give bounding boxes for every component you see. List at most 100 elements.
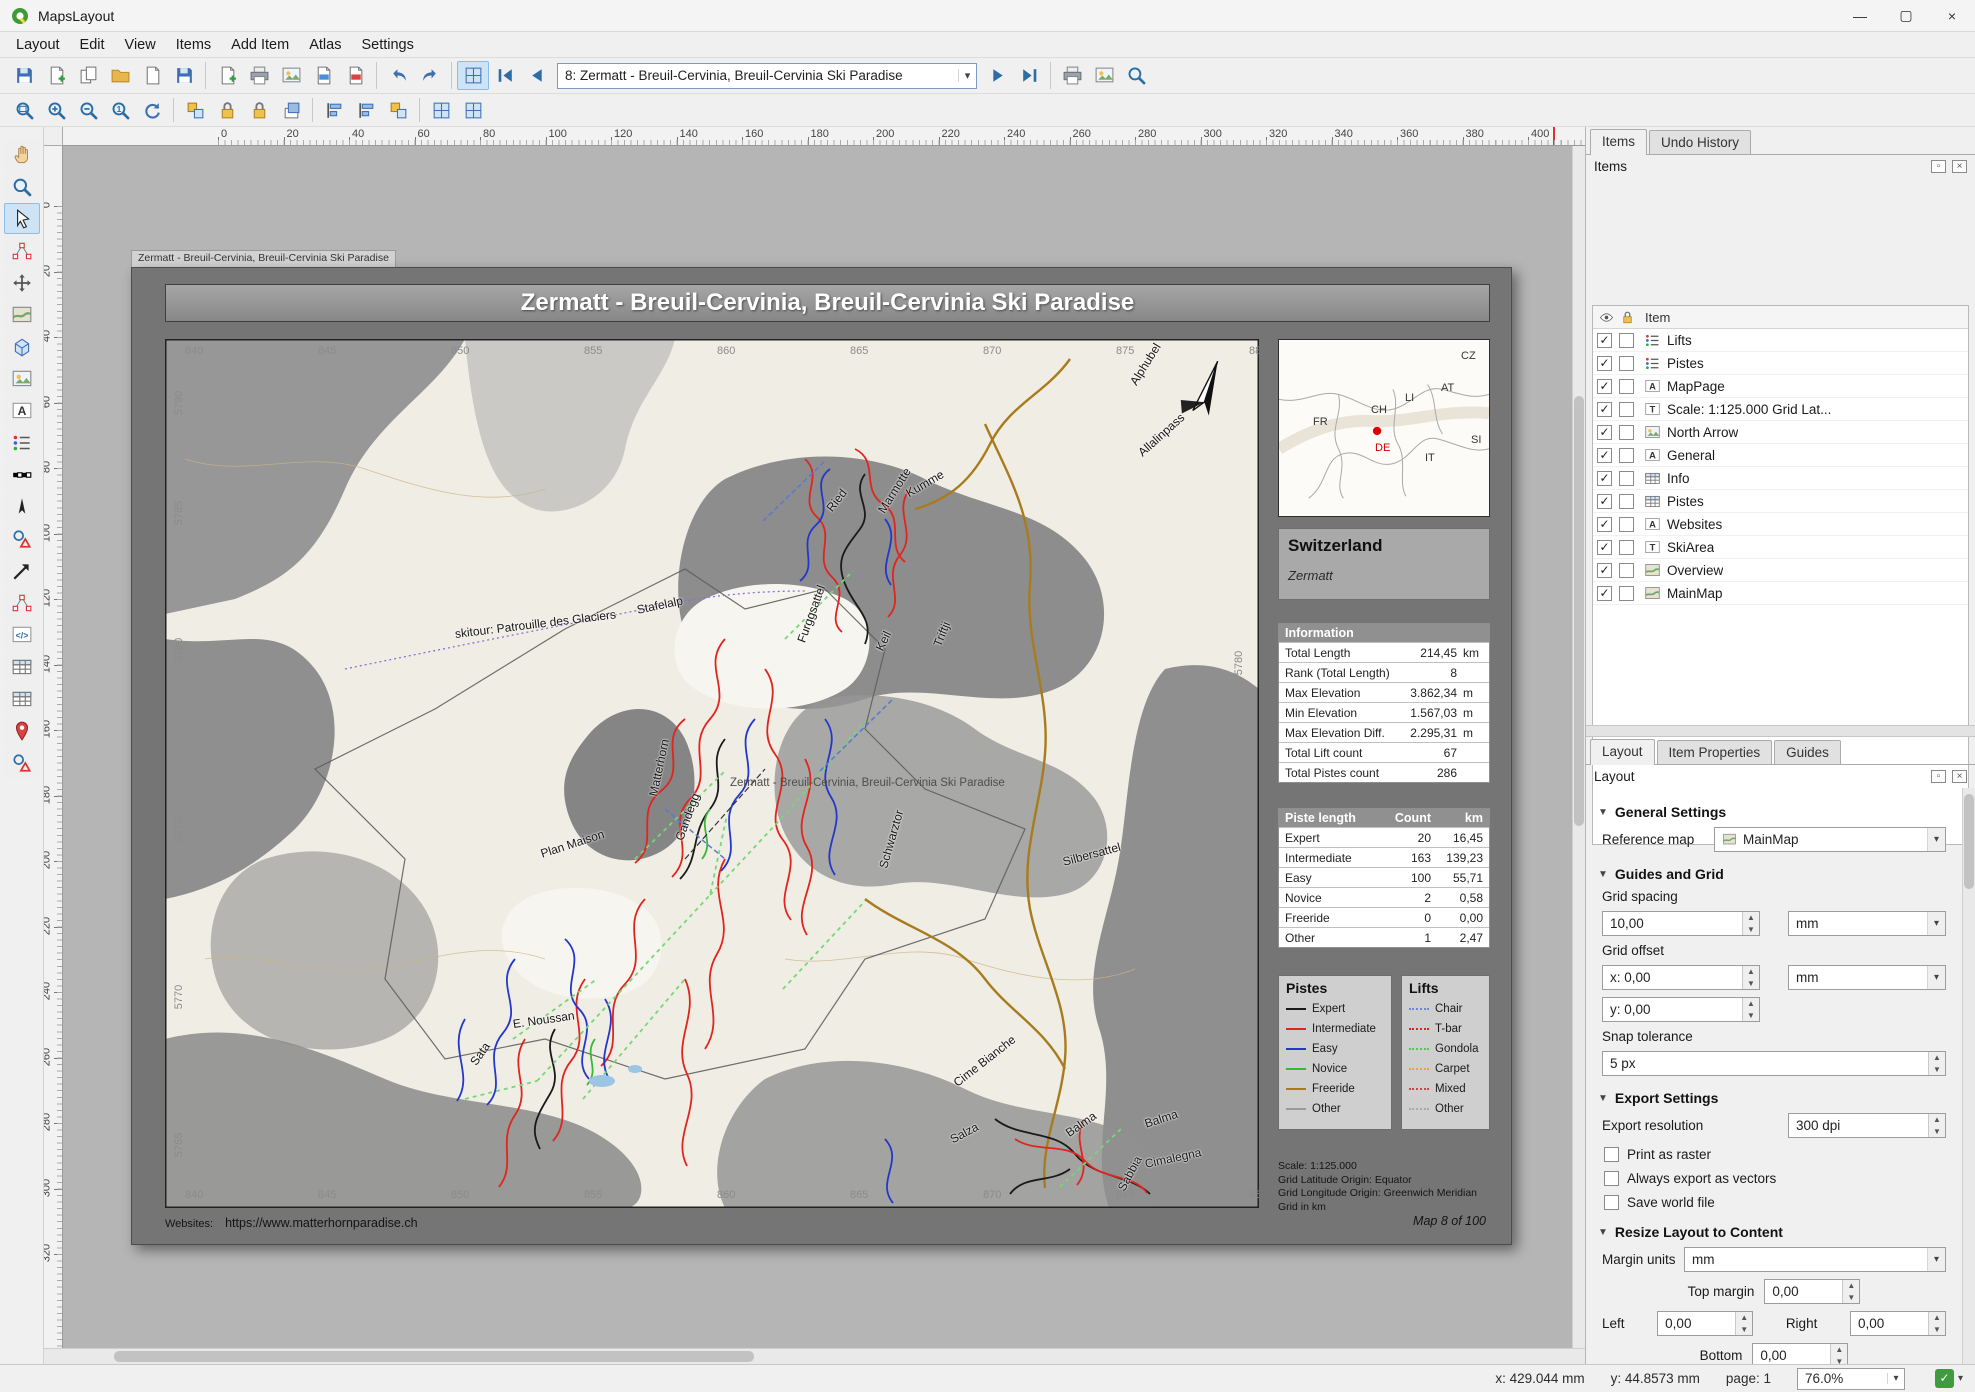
export-svg-button[interactable] <box>307 61 339 90</box>
load-template-button[interactable] <box>136 61 168 90</box>
items-tree-row[interactable]: Scale: 1:125.000 Grid Lat... <box>1593 398 1968 421</box>
zoom-actual-button[interactable] <box>104 96 136 125</box>
overview-map[interactable]: FRCHLIATCZSIITDE <box>1278 339 1490 517</box>
atlas-next-button[interactable] <box>981 61 1013 90</box>
atlas-last-button[interactable] <box>1013 61 1045 90</box>
zoom-level-combo[interactable]: 76.0% ▾ <box>1797 1368 1905 1390</box>
smart-guides-button[interactable] <box>457 96 489 125</box>
new-layout-button[interactable] <box>40 61 72 90</box>
panel-close-button[interactable]: × <box>1952 770 1967 783</box>
grid-offset-unit-combo[interactable]: mm ▾ <box>1788 965 1946 990</box>
lock-checkbox[interactable] <box>1619 540 1634 555</box>
info-table[interactable]: Information Total Length214,45km Rank (T… <box>1278 623 1490 783</box>
section-export-settings[interactable]: ▼ Export Settings <box>1598 1090 1950 1106</box>
edit-nodes-tool[interactable] <box>4 235 40 266</box>
print-as-raster-checkbox[interactable]: Print as raster <box>1604 1147 1944 1162</box>
save-world-file-checkbox[interactable]: Save world file <box>1604 1195 1944 1210</box>
lock-checkbox[interactable] <box>1619 448 1634 463</box>
snap-tolerance-spinbox[interactable]: 5 px ▲▼ <box>1602 1051 1946 1076</box>
margin-units-combo[interactable]: mm ▾ <box>1684 1247 1946 1272</box>
visibility-checkbox[interactable] <box>1597 563 1612 578</box>
scale-info-block[interactable]: Scale: 1:125.000 Grid Latitude Origin: E… <box>1278 1160 1490 1215</box>
resize-items-button[interactable] <box>382 96 414 125</box>
atlas-prev-button[interactable] <box>521 61 553 90</box>
atlas-settings-button[interactable] <box>1120 61 1152 90</box>
page-title-label[interactable]: Zermatt - Breuil-Cervinia, Breuil-Cervin… <box>165 284 1490 322</box>
visibility-checkbox[interactable] <box>1597 586 1612 601</box>
messages-indicator-icon[interactable]: ✓ <box>1935 1369 1954 1388</box>
add-pages-button[interactable] <box>211 61 243 90</box>
print-atlas-button[interactable] <box>1056 61 1088 90</box>
add-elevation-profile-tool[interactable] <box>4 747 40 778</box>
tab-layout[interactable]: Layout <box>1590 739 1655 765</box>
maximize-button[interactable]: ▢ <box>1883 0 1929 31</box>
unlock-items-button[interactable] <box>243 96 275 125</box>
raise-items-button[interactable] <box>275 96 307 125</box>
visibility-checkbox[interactable] <box>1597 425 1612 440</box>
menu-item[interactable]: Settings <box>351 34 423 56</box>
canvas-horizontal-scrollbar[interactable] <box>44 1348 1585 1364</box>
canvas-vertical-scrollbar[interactable] <box>1572 146 1585 1348</box>
align-items-button[interactable] <box>318 96 350 125</box>
items-tree-row[interactable]: MainMap <box>1593 582 1968 605</box>
top-margin-spinbox[interactable]: 0,00 ▲▼ <box>1764 1279 1860 1304</box>
save-layout-button[interactable] <box>8 61 40 90</box>
add-legend-tool[interactable] <box>4 427 40 458</box>
items-tree-row[interactable]: Pistes <box>1593 490 1968 513</box>
group-items-button[interactable] <box>179 96 211 125</box>
layout-canvas[interactable]: Zermatt - Breuil-Cervinia, Breuil-Cervin… <box>63 146 1572 1348</box>
tab-undo-history[interactable]: Undo History <box>1649 130 1751 154</box>
refresh-view-button[interactable] <box>136 96 168 125</box>
add-north-arrow-tool[interactable] <box>4 491 40 522</box>
select-move-item-tool[interactable] <box>4 203 40 234</box>
menu-item[interactable]: Atlas <box>299 34 351 56</box>
menu-item[interactable]: View <box>115 34 166 56</box>
duplicate-layout-button[interactable] <box>72 61 104 90</box>
lock-checkbox[interactable] <box>1619 517 1634 532</box>
websites-label[interactable]: Websites: https://www.matterhornparadise… <box>165 1216 418 1230</box>
lock-checkbox[interactable] <box>1619 494 1634 509</box>
always-export-vectors-checkbox[interactable]: Always export as vectors <box>1604 1171 1944 1186</box>
move-item-content-tool[interactable] <box>4 267 40 298</box>
add-fixed-table-tool[interactable] <box>4 683 40 714</box>
zoom-out-button[interactable] <box>72 96 104 125</box>
section-resize-layout[interactable]: ▼ Resize Layout to Content <box>1598 1224 1950 1240</box>
items-tree-row[interactable]: SkiArea <box>1593 536 1968 559</box>
pan-tool[interactable] <box>4 139 40 170</box>
atlas-preview-button[interactable] <box>457 61 489 90</box>
lock-checkbox[interactable] <box>1619 356 1634 371</box>
zoom-full-button[interactable] <box>8 96 40 125</box>
zoom-in-button[interactable] <box>40 96 72 125</box>
layout-manager-button[interactable] <box>104 61 136 90</box>
tab-item-properties[interactable]: Item Properties <box>1657 740 1773 764</box>
undo-button[interactable] <box>382 61 414 90</box>
scrollbar-thumb[interactable] <box>1574 396 1584 826</box>
add-map-tool[interactable] <box>4 299 40 330</box>
grid-spacing-spinbox[interactable]: 10,00 ▲▼ <box>1602 911 1760 936</box>
visibility-checkbox[interactable] <box>1597 540 1612 555</box>
right-margin-spinbox[interactable]: 0,00 ▲▼ <box>1850 1311 1946 1336</box>
lock-checkbox[interactable] <box>1619 586 1634 601</box>
chevron-down-icon[interactable]: ▾ <box>958 69 976 82</box>
export-atlas-button[interactable] <box>1088 61 1120 90</box>
print-button[interactable] <box>243 61 275 90</box>
bottom-margin-spinbox[interactable]: 0,00 ▲▼ <box>1752 1343 1848 1364</box>
redo-button[interactable] <box>414 61 446 90</box>
save-template-button[interactable] <box>168 61 200 90</box>
scrollbar-thumb[interactable] <box>114 1351 754 1362</box>
menu-item[interactable]: Items <box>166 34 221 56</box>
add-label-tool[interactable] <box>4 395 40 426</box>
lock-checkbox[interactable] <box>1619 333 1634 348</box>
add-shape-tool[interactable] <box>4 523 40 554</box>
items-tree-row[interactable]: General <box>1593 444 1968 467</box>
left-margin-spinbox[interactable]: 0,00 ▲▼ <box>1657 1311 1753 1336</box>
visibility-checkbox[interactable] <box>1597 379 1612 394</box>
items-tree-row[interactable]: MapPage <box>1593 375 1968 398</box>
tab-items[interactable]: Items <box>1590 129 1647 155</box>
add-attribute-table-tool[interactable] <box>4 651 40 682</box>
add-marker-tool[interactable] <box>4 715 40 746</box>
items-tree-row[interactable]: Pistes <box>1593 352 1968 375</box>
scrollbar-thumb[interactable] <box>1964 794 1974 889</box>
atlas-first-button[interactable] <box>489 61 521 90</box>
pistes-legend[interactable]: Pistes Expert Intermediate <box>1278 975 1392 1130</box>
